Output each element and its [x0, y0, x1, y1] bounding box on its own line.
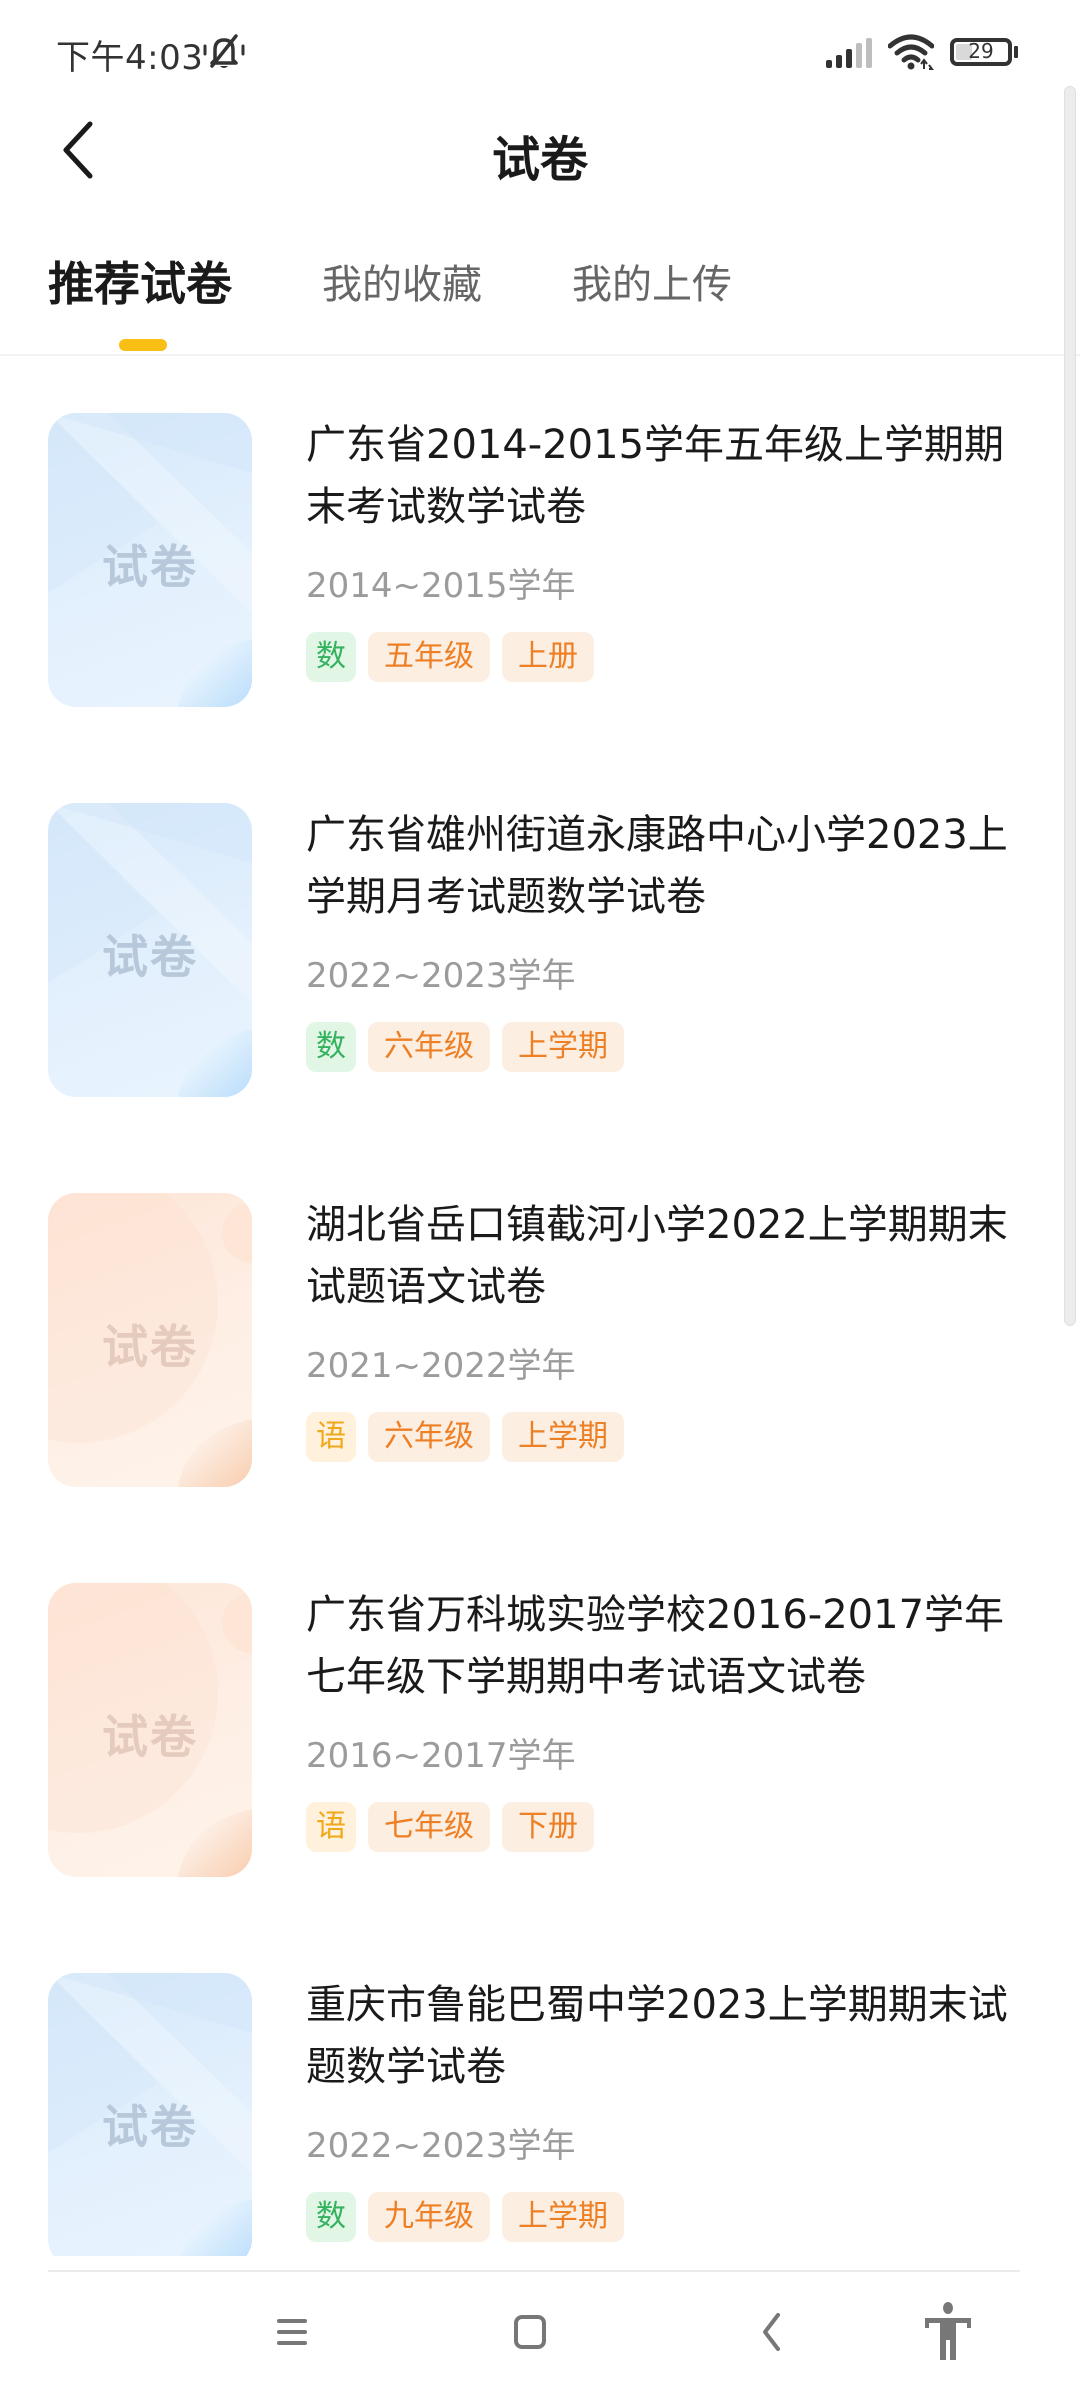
battery-icon: 29 — [950, 38, 1012, 66]
thumbnail-label: 试卷 — [102, 540, 198, 594]
thumbnail-label: 试卷 — [102, 1320, 198, 1374]
menu-icon — [277, 2319, 307, 2345]
subject-tag: 数 — [306, 632, 356, 682]
paper-thumbnail[interactable]: 试卷 — [48, 1973, 252, 2256]
battery-cap — [1014, 46, 1018, 58]
paper-list-item[interactable]: 试卷 广东省万科城实验学校2016-2017学年七年级下学期期中考试语文试卷 201… — [0, 1526, 1080, 1916]
tab-bar: 推荐试卷 我的收藏 我的上传 — [0, 240, 1080, 351]
paper-year: 2016~2017学年 — [306, 1736, 576, 1776]
paper-thumbnail[interactable]: 试卷 — [48, 413, 252, 707]
status-time: 下午4:03 — [56, 38, 204, 78]
paper-list-item[interactable]: 试卷 广东省雄州街道永康路中心小学2023上学期月考试题数学试卷 2022~2023… — [0, 746, 1080, 1136]
status-bar: 下午4:03 29 — [0, 0, 1080, 100]
recent-apps-button[interactable] — [252, 2292, 332, 2372]
accessibility-button[interactable] — [908, 2292, 988, 2372]
thumbnail-label: 试卷 — [102, 2100, 198, 2154]
paper-year: 2022~2023学年 — [306, 956, 576, 996]
accessibility-icon — [925, 2302, 971, 2360]
term-tag: 上学期 — [502, 1412, 624, 1462]
paper-year: 2021~2022学年 — [306, 1346, 576, 1386]
paper-list-item[interactable]: 试卷 重庆市鲁能巴蜀中学2023上学期期末试题数学试卷 2022~2023学年数九年… — [0, 1916, 1080, 2256]
page-title: 试卷 — [491, 132, 588, 188]
paper-list: 试卷 广东省2014-2015学年五年级上学期期末考试数学试卷 2014~2015学… — [0, 356, 1080, 2256]
paper-tags: 数九年级 上学期 — [306, 2192, 624, 2242]
paper-year: 2022~2023学年 — [306, 2126, 576, 2166]
paper-tags: 语七年级 下册 — [306, 1802, 594, 1852]
subject-tag: 语 — [306, 1802, 356, 1852]
grade-tag: 七年级 — [368, 1802, 490, 1852]
paper-title[interactable]: 广东省万科城实验学校2016-2017学年七年级下学期期中考试语文试卷 — [306, 1584, 1016, 1708]
tab-favorites[interactable]: 我的收藏 — [322, 252, 482, 310]
subject-tag: 数 — [306, 1022, 356, 1072]
header: 试卷 — [0, 100, 1080, 200]
battery-level: 29 — [968, 39, 994, 63]
system-back-button[interactable] — [732, 2292, 812, 2372]
paper-list-item[interactable]: 试卷 湖北省岳口镇截河小学2022上学期期末试题语文试卷 2021~2022学年语六… — [0, 1136, 1080, 1526]
navigation-bar — [0, 2272, 1080, 2400]
scrollbar[interactable] — [1064, 86, 1076, 1326]
grade-tag: 六年级 — [368, 1022, 490, 1072]
home-button[interactable] — [490, 2292, 570, 2372]
paper-thumbnail[interactable]: 试卷 — [48, 803, 252, 1097]
term-tag: 下册 — [502, 1802, 594, 1852]
term-tag: 上学期 — [502, 1022, 624, 1072]
paper-title[interactable]: 广东省雄州街道永康路中心小学2023上学期月考试题数学试卷 — [306, 804, 1016, 928]
term-tag: 上册 — [502, 632, 594, 682]
thumbnail-label: 试卷 — [102, 1710, 198, 1764]
paper-tags: 数五年级 上册 — [306, 632, 594, 682]
tab-recommended[interactable]: 推荐试卷 — [48, 248, 232, 314]
tab-uploads[interactable]: 我的上传 — [572, 252, 732, 310]
grade-tag: 六年级 — [368, 1412, 490, 1462]
mute-icon — [203, 34, 245, 68]
term-tag: 上学期 — [502, 2192, 624, 2242]
paper-year: 2014~2015学年 — [306, 566, 576, 606]
grade-tag: 五年级 — [368, 632, 490, 682]
subject-tag: 语 — [306, 1412, 356, 1462]
tab-indicator — [119, 339, 167, 351]
paper-thumbnail[interactable]: 试卷 — [48, 1193, 252, 1487]
home-icon — [514, 2315, 546, 2349]
signal-icon — [826, 38, 872, 68]
paper-tags: 数六年级 上学期 — [306, 1022, 624, 1072]
paper-thumbnail[interactable]: 试卷 — [48, 1583, 252, 1877]
paper-tags: 语六年级 上学期 — [306, 1412, 624, 1462]
paper-list-item[interactable]: 试卷 广东省2014-2015学年五年级上学期期末考试数学试卷 2014~2015学… — [0, 356, 1080, 746]
thumbnail-label: 试卷 — [102, 930, 198, 984]
grade-tag: 九年级 — [368, 2192, 490, 2242]
paper-title[interactable]: 重庆市鲁能巴蜀中学2023上学期期末试题数学试卷 — [306, 1974, 1016, 2098]
wifi-icon — [888, 34, 934, 70]
subject-tag: 数 — [306, 2192, 356, 2242]
back-icon — [763, 2313, 780, 2351]
paper-title[interactable]: 湖北省岳口镇截河小学2022上学期期末试题语文试卷 — [306, 1194, 1016, 1318]
paper-title[interactable]: 广东省2014-2015学年五年级上学期期末考试数学试卷 — [306, 414, 1016, 538]
